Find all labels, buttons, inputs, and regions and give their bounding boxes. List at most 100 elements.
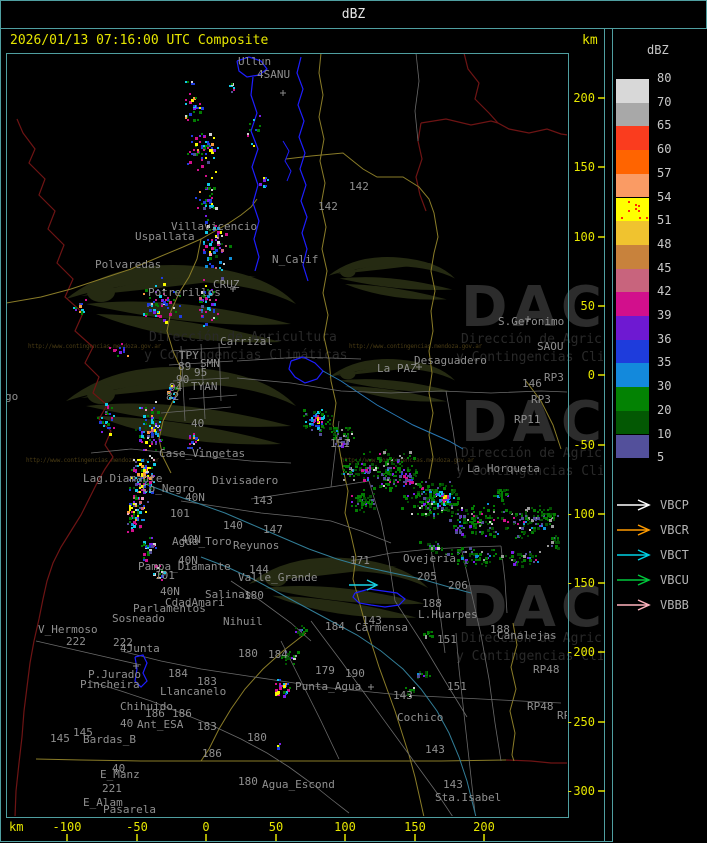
map-label: 89 [178,360,191,373]
colorbar-tick-label: 57 [657,165,672,180]
y-axis-tick-label: 0 [588,368,595,382]
colorbar-tick-label: 65 [657,118,672,133]
lapampa-border-red [505,759,567,764]
window-title: dBZ [341,7,366,22]
x-axis-tick-label: 100 [334,820,356,834]
colorbar-tick-label: 80 [657,71,672,85]
route-north [285,152,439,480]
watermark-url: http://www.contingencias.mendoza.gov.ar [28,343,162,350]
x-axis-tick-label: 0 [202,820,209,834]
legend-label: VBBB [660,598,689,612]
y-axis-tick-label: -50 [573,438,595,452]
map-label: La PAZ [377,362,417,375]
map-label: 40 [120,717,133,730]
map-label: 146 [522,377,542,390]
y-axis-tick-label: -300 [566,784,595,798]
y-axis-tick-label: 100 [573,230,595,244]
map-label: 82 [166,390,179,403]
map-label: Nihuil [223,615,263,628]
window-titlebar: dBZ [1,1,706,29]
colorbar-tick-label: 35 [657,355,672,370]
radar-app-window: DACC DACC DACC Dirección de Agricultura y Co… [0,0,707,842]
map-label: 40 [191,417,204,430]
map-label: Case_Vingetas [159,447,245,460]
map-label: Divisadero [212,474,278,487]
map-label: Desaguadero [414,354,487,367]
colorbar-tick-label: 39 [657,308,672,322]
colorbar-tick-label: 45 [657,260,672,275]
y-axis-tick-label: 200 [573,91,595,105]
map-label: Canalejas [497,629,557,642]
map-label: S.Geronimo [498,315,564,328]
colorbar-cell-20 [616,410,649,435]
legend-label: VBCR [660,523,689,537]
map-label: 95 [194,366,207,379]
map-label: 140 [223,519,243,532]
map-label: 143 [253,494,273,507]
colorbar-cell-65 [616,126,649,151]
map-label: 151 [330,437,350,450]
map-label: Cochico [397,711,443,724]
map-label: Carmensa [355,621,408,634]
colorbar-cell-70 [616,102,649,127]
colorbar-cell-35 [616,363,649,388]
map-label: 184 [325,620,345,633]
colorbar-cell-48 [616,244,649,269]
map-label: 179 [315,664,335,677]
map-label: Pasarela [103,803,156,816]
chile-border [14,118,114,816]
map-label: 142 [349,180,369,193]
colorbar-tick-label: 54 [657,189,672,204]
map-label: RP3 [531,393,551,406]
x-axis-unit-label: km [9,820,23,834]
map-label: 183 [197,720,217,733]
map-label: 143 [425,743,445,756]
map-label: 143 [393,689,413,702]
map-label: E_Manz [100,768,140,781]
watermark-url: http://www.contingencias.mendoza.gov.ar [349,343,483,350]
map-label: L.Huarpes [418,608,478,621]
map-label: Potrerillos [148,286,221,299]
map-label: 4SANU [257,68,290,81]
radar-arrow-icon [617,574,651,586]
map-label: Sta.Isabel [435,791,501,804]
legend-item-vbct: VBCT [616,548,689,562]
map-label: 205 [417,570,437,583]
map-label: 180 [238,647,258,660]
map-label: La Horqueta [467,462,540,475]
colorbar-cell-45 [616,268,649,293]
colorbar-cell-51 [616,221,649,245]
legend-item-vbcr: VBCR [616,523,689,537]
map-label: Pincheira [80,678,140,691]
map-label: 222 [66,635,86,648]
x-axis-tick-label: 200 [473,820,495,834]
map-label: TYAN [191,380,218,393]
river-branch [282,140,292,182]
gray-20 [414,54,420,142]
colorscale-panel: dBZ 80 70 65 60 57 54 51 48 45 42 39 36 35 30 20 10 5 VB… [612,29,707,842]
map-label: 206 [448,579,468,592]
legend-label: VBCP [660,498,689,512]
colorbar-tick-label: 5 [657,450,665,465]
colorbar-tick-label: 30 [657,379,672,394]
map-label: 180 [244,589,264,602]
colorbar-tick-label: 48 [657,236,672,251]
map-label: RP48 [533,663,560,676]
river-mendoza [296,56,309,282]
colorbar-cell-54 [616,197,649,222]
legend-item-vbbb: VBBB [616,598,689,612]
map-label: Ullun [238,55,271,68]
legend-label: VBCT [660,548,689,562]
radar-arrow-icon [617,499,651,511]
map-label: Carrizal [220,335,273,348]
map-label: 40N [185,491,205,504]
map-label: 151 [437,633,457,646]
map-label: 151 [447,680,467,693]
y-axis-tick-label: -200 [566,645,595,659]
colorbar-tick-label: 51 [657,213,672,228]
province-border-e [420,118,499,126]
colorbar-cell-36 [616,339,649,364]
map-label: 183 [197,675,217,688]
map-label: RP3 [544,371,564,384]
colorbar-tick-label: 10 [657,426,672,441]
